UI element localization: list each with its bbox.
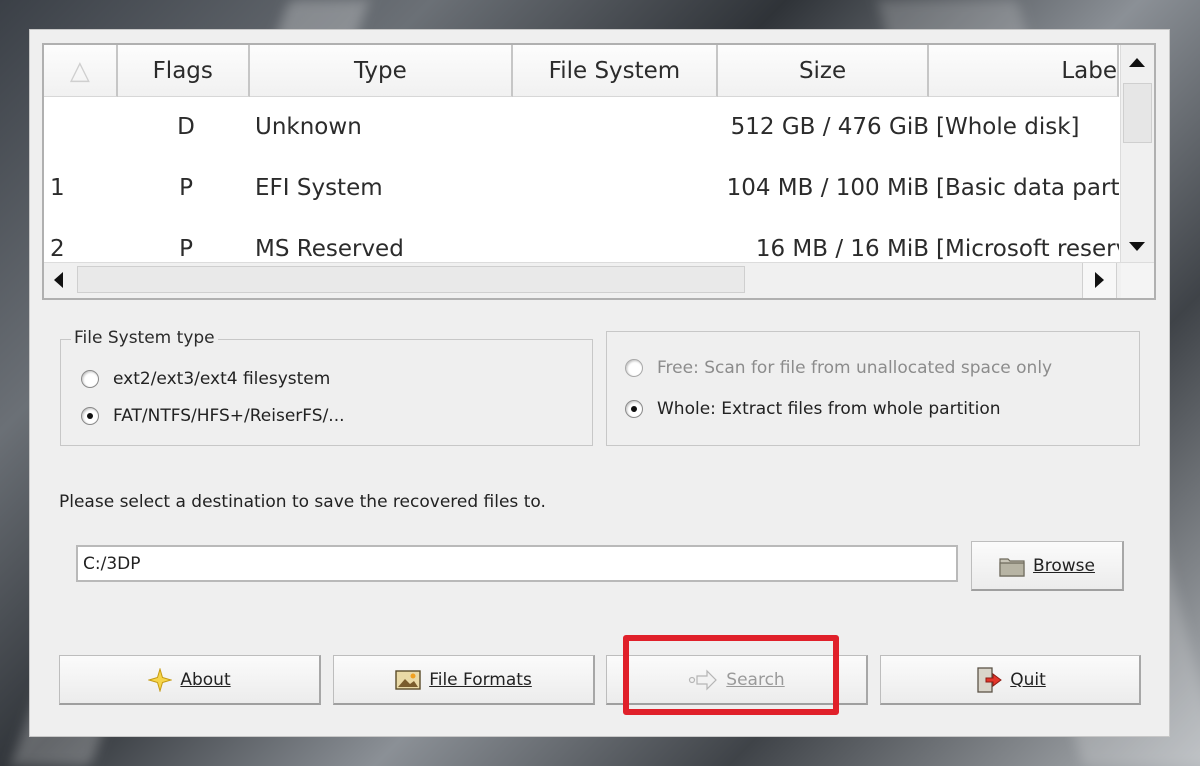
exit-door-icon — [974, 666, 1003, 694]
sort-indicator-icon: △ — [69, 55, 90, 86]
photorec-dialog: △ Flags Type File System Size Labe D Unk… — [29, 29, 1170, 737]
search-highlight-box — [623, 635, 839, 715]
scroll-down-icon[interactable] — [1121, 229, 1154, 265]
row-type: EFI System — [255, 175, 383, 201]
row-size: 512 GB / 476 GiB — [730, 114, 929, 140]
radio-whole-partition[interactable]: Whole: Extract files from whole partitio… — [625, 399, 1001, 419]
radio-button[interactable] — [81, 407, 99, 425]
browse-button[interactable]: Browse — [971, 541, 1124, 591]
radio-button[interactable] — [81, 370, 99, 388]
radio-button[interactable] — [625, 359, 643, 377]
file-formats-button[interactable]: File Formats — [333, 655, 595, 705]
row-size: 104 MB / 100 MiB — [726, 175, 929, 201]
row-flag: P — [179, 175, 193, 201]
row-number: 1 — [50, 175, 65, 201]
radio-label: Free: Scan for file from unallocated spa… — [657, 358, 1053, 378]
table-header: △ Flags Type File System Size Labe — [44, 45, 1119, 97]
radio-label: ext2/ext3/ext4 filesystem — [113, 369, 331, 389]
row-flag: D — [177, 114, 195, 140]
destination-prompt: Please select a destination to save the … — [59, 492, 546, 512]
star-icon — [148, 667, 173, 692]
quit-button[interactable]: Quit — [880, 655, 1141, 705]
scroll-left-icon[interactable] — [44, 263, 76, 298]
file-system-type-group: File System type ext2/ext3/ext4 filesyst… — [60, 328, 593, 446]
scroll-right-icon[interactable] — [1082, 263, 1117, 298]
table-row[interactable]: 1 P EFI System 104 MB / 100 MiB [Basic d… — [44, 158, 1119, 219]
about-label: About — [180, 669, 231, 690]
row-label: [Microsoft reserv — [936, 236, 1119, 262]
table-row[interactable]: D Unknown 512 GB / 476 GiB [Whole disk] — [44, 97, 1119, 158]
radio-free-space[interactable]: Free: Scan for file from unallocated spa… — [625, 358, 1052, 378]
table-row[interactable]: 2 P MS Reserved 16 MB / 16 MiB [Microsof… — [44, 219, 1119, 265]
sort-column-header[interactable]: △ — [44, 45, 118, 97]
file-formats-label: File Formats — [429, 669, 532, 690]
scroll-up-icon[interactable] — [1121, 45, 1154, 81]
horizontal-scrollbar[interactable] — [44, 262, 1154, 298]
column-header-flags[interactable]: Flags — [117, 45, 250, 97]
quit-label: Quit — [1010, 669, 1046, 690]
about-button[interactable]: About — [59, 655, 321, 705]
row-number: 2 — [50, 236, 65, 262]
radio-button[interactable] — [625, 400, 643, 418]
horizontal-scroll-thumb[interactable] — [77, 266, 745, 293]
row-label: [Basic data partiti — [936, 175, 1119, 201]
radio-label: Whole: Extract files from whole partitio… — [657, 399, 1001, 419]
radio-ext-filesystem[interactable]: ext2/ext3/ext4 filesystem — [81, 369, 330, 389]
table-body: D Unknown 512 GB / 476 GiB [Whole disk] … — [44, 97, 1119, 265]
row-label: [Whole disk] — [936, 114, 1080, 140]
column-header-size[interactable]: Size — [717, 45, 930, 97]
row-flag: P — [179, 236, 193, 262]
file-system-type-legend: File System type — [71, 328, 218, 348]
column-header-type[interactable]: Type — [249, 45, 514, 97]
row-type: MS Reserved — [255, 236, 404, 262]
scan-scope-group: Free: Scan for file from unallocated spa… — [606, 331, 1140, 446]
vertical-scroll-thumb[interactable] — [1123, 83, 1152, 143]
radio-fat-ntfs[interactable]: FAT/NTFS/HFS+/ReiserFS/... — [81, 406, 345, 426]
column-header-file-system[interactable]: File System — [513, 45, 718, 97]
browse-label: Browse — [1033, 555, 1095, 576]
partition-table: △ Flags Type File System Size Labe D Unk… — [42, 43, 1156, 300]
row-size: 16 MB / 16 MiB — [755, 236, 929, 262]
destination-path-input[interactable] — [76, 545, 958, 582]
radio-label: FAT/NTFS/HFS+/ReiserFS/... — [113, 406, 345, 426]
image-icon — [395, 669, 421, 691]
scrollbar-corner — [1121, 263, 1154, 298]
vertical-scrollbar[interactable] — [1120, 45, 1154, 265]
row-type: Unknown — [255, 114, 362, 140]
column-header-label[interactable]: Labe — [929, 45, 1119, 97]
folder-icon — [999, 555, 1025, 577]
